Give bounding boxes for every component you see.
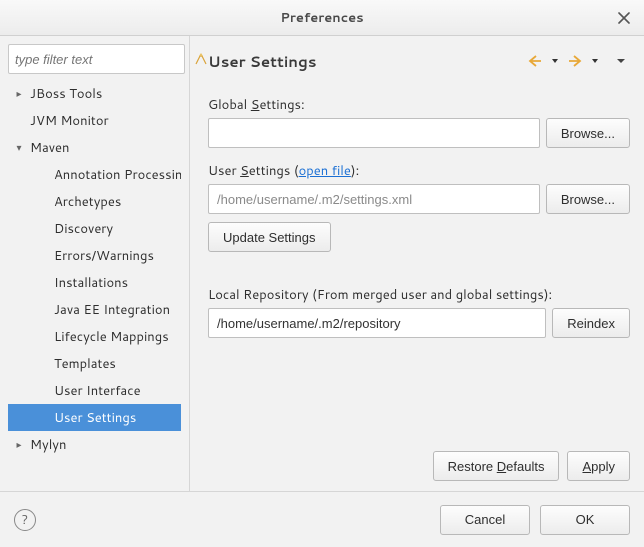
expand-icon[interactable]: ▸	[12, 438, 26, 452]
window-title: Preferences	[280, 9, 363, 27]
tree-label: Errors/Warnings	[54, 247, 154, 265]
tree-label: User Settings	[54, 409, 136, 427]
tree-label: Annotation Processing	[54, 166, 181, 184]
restore-defaults-button[interactable]: Restore Defaults	[433, 451, 560, 481]
close-icon	[618, 12, 630, 24]
tree-item-userinterface[interactable]: User Interface	[8, 377, 181, 404]
tree-item-jboss[interactable]: ▸ JBoss Tools	[8, 80, 181, 107]
filter-input[interactable]	[15, 52, 193, 67]
tree-item-maven[interactable]: ▾ Maven	[8, 134, 181, 161]
main-panel: User Settings Global Settings: Browse...…	[190, 36, 644, 491]
preferences-tree[interactable]: ▸ JBoss Tools JVM Monitor ▾ Maven Annotati…	[8, 80, 185, 483]
global-settings-label: Global Settings:	[208, 96, 630, 114]
close-button[interactable]	[614, 8, 634, 28]
user-settings-label: User Settings (open file):	[208, 162, 630, 180]
user-settings-input[interactable]	[208, 184, 540, 214]
tree-item-discovery[interactable]: Discovery	[8, 215, 181, 242]
tree-item-templates[interactable]: Templates	[8, 350, 181, 377]
tree-label: Templates	[54, 355, 116, 373]
tree-item-archetypes[interactable]: Archetypes	[8, 188, 181, 215]
titlebar: Preferences	[0, 0, 644, 36]
tree-item-annotation[interactable]: Annotation Processing	[8, 161, 181, 188]
tree-label: Archetypes	[54, 193, 121, 211]
cancel-button[interactable]: Cancel	[440, 505, 530, 535]
page-nav	[526, 52, 630, 70]
global-settings-input[interactable]	[208, 118, 540, 148]
forward-menu-icon[interactable]	[586, 52, 604, 70]
tree-label: Lifecycle Mappings	[54, 328, 169, 346]
tree-label: JBoss Tools	[30, 85, 102, 103]
local-repo-label: Local Repository (From merged user and g…	[208, 286, 630, 304]
collapse-icon[interactable]: ▾	[12, 141, 26, 155]
update-settings-button[interactable]: Update Settings	[208, 222, 331, 252]
tree-label: JVM Monitor	[30, 112, 109, 130]
reindex-button[interactable]: Reindex	[552, 308, 630, 338]
back-menu-icon[interactable]	[546, 52, 564, 70]
tree-item-javaee[interactable]: Java EE Integration	[8, 296, 181, 323]
local-repo-input[interactable]	[208, 308, 546, 338]
expand-icon[interactable]: ▸	[12, 87, 26, 101]
expand-placeholder	[12, 114, 26, 128]
tree-item-installations[interactable]: Installations	[8, 269, 181, 296]
filter-row	[8, 44, 185, 74]
help-button[interactable]: ?	[14, 509, 36, 531]
tree-item-jvm[interactable]: JVM Monitor	[8, 107, 181, 134]
back-icon[interactable]	[526, 52, 544, 70]
forward-icon[interactable]	[566, 52, 584, 70]
apply-button[interactable]: Apply	[567, 451, 630, 481]
tree-item-mylyn[interactable]: ▸ Mylyn	[8, 431, 181, 458]
tree-label: Java EE Integration	[54, 301, 170, 319]
browse-user-button[interactable]: Browse...	[546, 184, 630, 214]
sidebar: ▸ JBoss Tools JVM Monitor ▾ Maven Annotati…	[0, 36, 190, 491]
page-title: User Settings	[208, 51, 316, 72]
tree-item-errors[interactable]: Errors/Warnings	[8, 242, 181, 269]
ok-button[interactable]: OK	[540, 505, 630, 535]
dialog-footer: ? Cancel OK	[0, 491, 644, 547]
tree-label: User Interface	[54, 382, 141, 400]
browse-global-button[interactable]: Browse...	[546, 118, 630, 148]
tree-label: Installations	[54, 274, 128, 292]
tree-label: Discovery	[54, 220, 113, 238]
tree-item-lifecycle[interactable]: Lifecycle Mappings	[8, 323, 181, 350]
tree-item-usersettings[interactable]: User Settings	[8, 404, 181, 431]
tree-label: Maven	[30, 139, 70, 157]
view-menu-icon[interactable]	[612, 52, 630, 70]
tree-label: Mylyn	[30, 436, 66, 454]
open-file-link[interactable]: open file	[299, 162, 351, 180]
